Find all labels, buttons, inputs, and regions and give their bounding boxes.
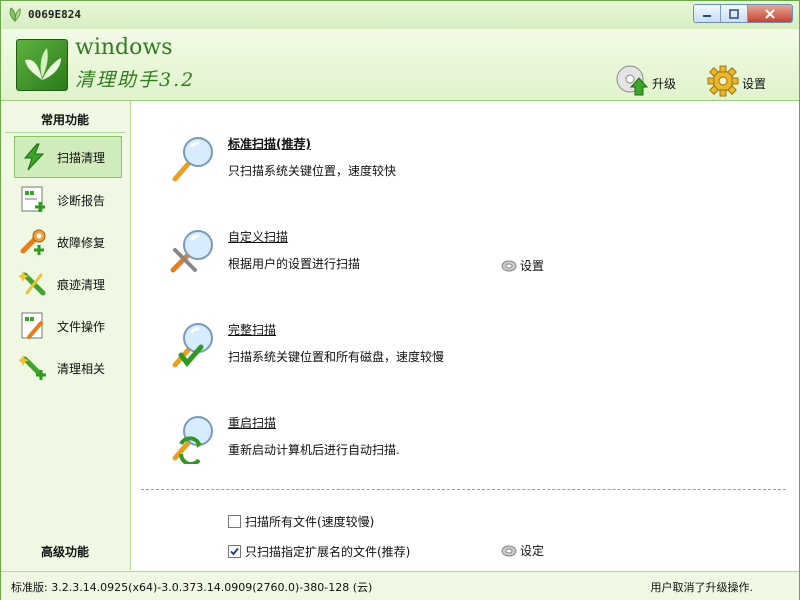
- trace-clean-icon: [17, 271, 46, 296]
- scan-option-standard[interactable]: 标准扫描(推荐) 只扫描系统关键位置，速度较快: [131, 135, 791, 205]
- sidebar-item-label: 清理相关: [57, 361, 106, 376]
- small-gear-icon: [501, 545, 517, 556]
- small-gear-icon: [501, 260, 517, 271]
- magnifier-icon: [172, 137, 213, 182]
- sidebar-item-label: 扫描清理: [57, 150, 106, 165]
- sidebar: 常用功能 扫描清理 诊断报告 故障修复 痕迹清理 文件操作 清理相关 高级功能: [1, 101, 131, 570]
- scan-description: 只扫描系统关键位置，速度较快: [228, 164, 397, 178]
- ext-settings-label: 设定: [520, 544, 545, 558]
- scan-clean-icon: [23, 143, 45, 171]
- upgrade-label: 升级: [652, 77, 677, 91]
- app-logo: [16, 39, 68, 91]
- sidebar-heading-common: 常用功能: [5, 105, 125, 133]
- reboot-scan-icon: [172, 416, 213, 464]
- minimize-icon: [703, 14, 711, 17]
- ext-settings-link[interactable]: 设定: [501, 542, 544, 559]
- repair-icon: [20, 229, 46, 255]
- file-ops-icon: [21, 312, 43, 339]
- settings-button[interactable]: 设置: [707, 63, 766, 97]
- title-bar[interactable]: 0069E824: [1, 1, 799, 30]
- butterfly-leaf-icon: [25, 48, 61, 80]
- sidebar-item-clean-related[interactable]: 清理相关: [15, 348, 119, 388]
- main-panel: 标准扫描(推荐) 只扫描系统关键位置，速度较快 自定义扫描 根据用户的设置进行扫…: [131, 101, 799, 570]
- scan-title-link[interactable]: 完整扫描: [228, 321, 276, 338]
- sidebar-item-label: 故障修复: [57, 235, 106, 250]
- scan-title-link[interactable]: 自定义扫描: [228, 228, 288, 245]
- checkbox-label: 只扫描指定扩展名的文件(推荐): [245, 545, 411, 559]
- scan-option-custom[interactable]: 自定义扫描 根据用户的设置进行扫描 设置: [131, 228, 791, 298]
- custom-scan-settings-link[interactable]: 设置: [501, 257, 544, 274]
- scan-option-reboot[interactable]: 重启扫描 重新启动计算机后进行自动扫描.: [131, 414, 791, 484]
- report-icon: [21, 186, 45, 212]
- checkbox-label: 扫描所有文件(速度较慢): [245, 515, 375, 529]
- checkbox-box-checked[interactable]: [228, 545, 241, 558]
- scan-description: 扫描系统关键位置和所有磁盘，速度较慢: [228, 350, 445, 364]
- minimize-button[interactable]: [694, 5, 721, 22]
- scan-option-full[interactable]: 完整扫描 扫描系统关键位置和所有磁盘，速度较慢: [131, 321, 791, 391]
- scan-all-files-checkbox[interactable]: 扫描所有文件(速度较慢): [228, 513, 374, 530]
- sidebar-item-label: 痕迹清理: [57, 277, 106, 292]
- status-bar: 标准版: 3.2.3.14.0925(x64)-3.0.373.14.0909(…: [1, 571, 799, 600]
- divider: [141, 489, 786, 490]
- scan-title-link[interactable]: 重启扫描: [228, 414, 276, 431]
- window-controls: [693, 4, 793, 23]
- version-text: 标准版: 3.2.3.14.0925(x64)-3.0.373.14.0909(…: [11, 581, 373, 594]
- logo-title: windows: [75, 35, 173, 60]
- scan-title-link[interactable]: 标准扫描(推荐): [228, 135, 311, 152]
- gear-icon: [707, 65, 739, 97]
- scan-description: 重新启动计算机后进行自动扫描.: [228, 443, 400, 457]
- sidebar-item-file-ops[interactable]: 文件操作: [15, 306, 119, 346]
- checkbox-box[interactable]: [228, 515, 241, 528]
- sidebar-item-label: 文件操作: [57, 319, 106, 334]
- clean-related-icon: [17, 355, 46, 380]
- upgrade-button[interactable]: 升级: [615, 63, 676, 97]
- maximize-icon: [729, 8, 739, 19]
- scan-ext-files-checkbox[interactable]: 只扫描指定扩展名的文件(推荐): [228, 543, 410, 560]
- sidebar-item-report[interactable]: 诊断报告: [15, 180, 119, 220]
- logo-subtitle: 清理助手3.2: [75, 69, 196, 91]
- sidebar-item-scan-clean[interactable]: 扫描清理: [14, 136, 122, 178]
- custom-scan-icon: [170, 230, 213, 273]
- window-title: 0069E824: [28, 8, 81, 21]
- upgrade-disc-icon: [616, 65, 649, 96]
- maximize-button[interactable]: [721, 5, 748, 22]
- app-leaf-icon: [9, 7, 21, 22]
- settings-label: 设置: [742, 77, 767, 91]
- scan-description: 根据用户的设置进行扫描: [228, 257, 361, 271]
- checkmark-icon: [230, 547, 239, 556]
- sidebar-heading-advanced[interactable]: 高级功能: [5, 537, 125, 564]
- status-message: 用户取消了升级操作.: [650, 581, 754, 594]
- app-window: 0069E824 windows 清理助手3.2 升级 设置 常用功能 扫描清理…: [0, 0, 800, 600]
- sidebar-item-trace-clean[interactable]: 痕迹清理: [15, 264, 119, 304]
- sidebar-item-repair[interactable]: 故障修复: [15, 222, 119, 262]
- close-icon: [765, 8, 775, 19]
- custom-scan-settings-label: 设置: [520, 259, 545, 273]
- close-button[interactable]: [748, 5, 792, 22]
- app-header: windows 清理助手3.2 升级 设置: [1, 29, 799, 101]
- sidebar-item-label: 诊断报告: [57, 193, 106, 208]
- full-scan-icon: [172, 323, 213, 368]
